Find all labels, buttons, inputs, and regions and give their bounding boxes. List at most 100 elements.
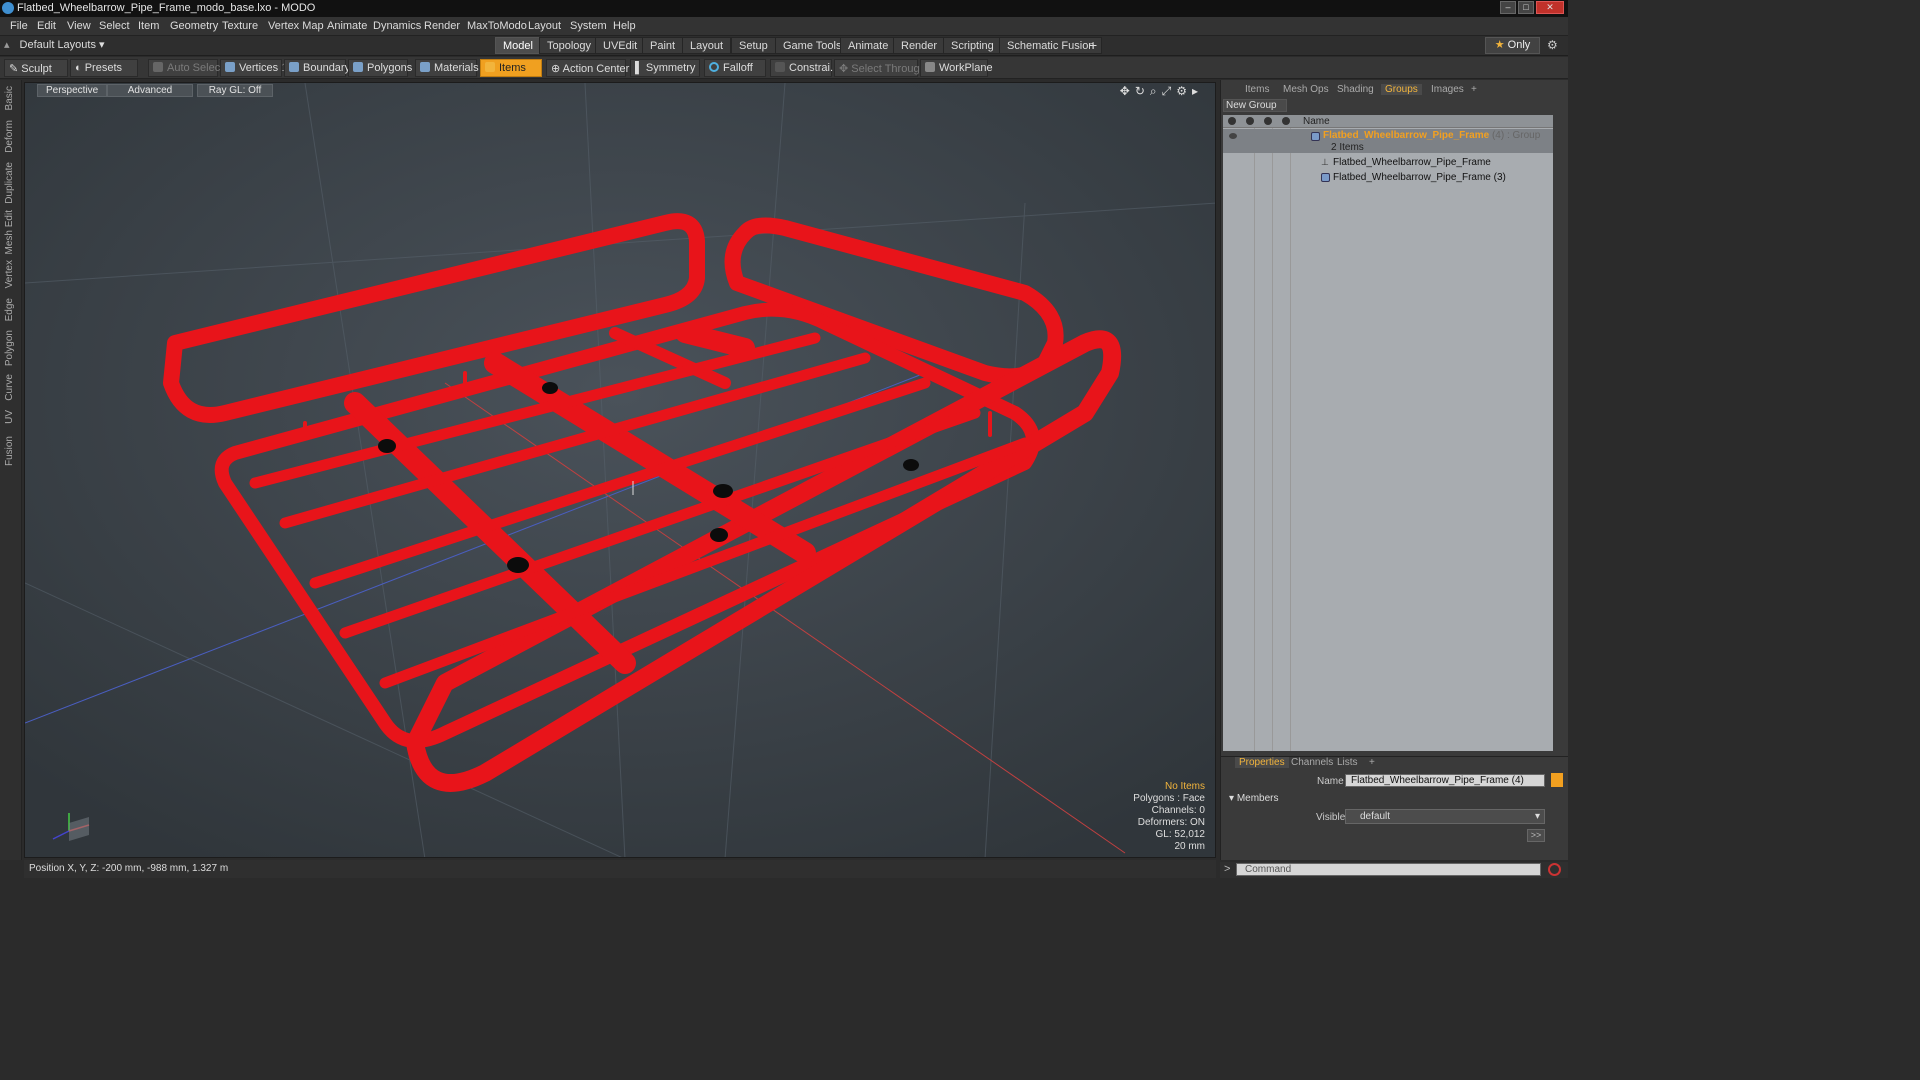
symmetry-button[interactable]: ▌ Symmetry (630, 59, 700, 77)
tab-uvedit[interactable]: UVEdit (595, 37, 646, 54)
star-icon: ★ (1494, 39, 1505, 51)
menu-item[interactable]: Item (138, 20, 159, 32)
vtab-polygon[interactable]: Polygon (4, 330, 15, 366)
new-group-button[interactable]: New Group (1223, 99, 1287, 112)
items-icon (485, 62, 495, 72)
close-button[interactable]: ✕ (1536, 1, 1564, 14)
group-color-swatch[interactable] (1551, 773, 1563, 787)
add-tab-button[interactable]: + (1089, 37, 1097, 53)
menu-animate[interactable]: Animate (327, 20, 367, 32)
tab-setup[interactable]: Setup (731, 37, 776, 54)
tab-mesh-ops[interactable]: Mesh Ops (1283, 84, 1329, 95)
scale-info: 20 mm (1174, 841, 1205, 852)
sculpt-icon: ✎ (9, 63, 22, 75)
tab-items[interactable]: Items (1245, 84, 1269, 95)
mode-toolbar: ✎ Sculpt ◐ Presets Auto Select Vertices … (0, 57, 1568, 79)
vtab-mesh-edit[interactable]: Mesh Edit (4, 210, 15, 254)
menu-help[interactable]: Help (613, 20, 636, 32)
chevron-down-icon: ▾ (1534, 811, 1540, 822)
more-button[interactable]: >> (1527, 829, 1545, 842)
vtab-vertex[interactable]: Vertex (4, 260, 15, 288)
maximize-button[interactable]: □ (1518, 1, 1534, 14)
default-layouts-dropdown[interactable]: ▴ Default Layouts ▾ (4, 38, 105, 51)
constraints-button[interactable]: Constrai... (770, 59, 839, 77)
vtab-fusion[interactable]: Fusion (4, 436, 15, 466)
menu-geometry[interactable]: Geometry (170, 20, 218, 32)
eye-icon[interactable] (1229, 133, 1237, 139)
add-panel-tab-button[interactable]: + (1471, 84, 1477, 95)
name-field[interactable]: Flatbed_Wheelbarrow_Pipe_Frame (4) (1345, 774, 1545, 787)
select-through-button[interactable]: ✥ Select Through (834, 59, 926, 77)
auto-select-button[interactable]: Auto Select (148, 59, 223, 77)
no-items-label: No Items (1164, 781, 1205, 792)
render-column-icon (1246, 117, 1254, 125)
vertices-button[interactable]: Vertices 1 (220, 59, 287, 77)
tab-properties[interactable]: Properties (1235, 757, 1289, 768)
tab-shading[interactable]: Shading (1337, 84, 1374, 95)
polygons-label: Polygons (367, 62, 413, 74)
vtab-curve[interactable]: Curve (4, 374, 15, 401)
menu-vertex-map[interactable]: Vertex Map (268, 20, 324, 32)
only-button[interactable]: ★ Only (1485, 37, 1540, 54)
viewport-scene (25, 83, 1215, 857)
falloff-button[interactable]: Falloff (704, 59, 766, 77)
action-center-button[interactable]: ⊕ Action Center (546, 59, 629, 77)
tab-animate[interactable]: Animate (840, 37, 897, 54)
menu-dynamics[interactable]: Dynamics (373, 20, 421, 32)
materials-icon (420, 62, 430, 72)
only-label: Only (1507, 39, 1531, 51)
materials-button[interactable]: Materials (415, 59, 479, 77)
tab-schematic-fusion[interactable]: Schematic Fusion (999, 37, 1103, 54)
action-center-icon: ⊕ (551, 63, 563, 75)
vtab-basic[interactable]: Basic (4, 86, 15, 110)
gear-icon[interactable]: ⚙ (1547, 38, 1558, 52)
constraints-label: Constrai... (789, 62, 840, 74)
visible-select[interactable]: default ▾ (1345, 809, 1545, 824)
tab-lists[interactable]: Lists (1337, 757, 1358, 768)
vtab-edge[interactable]: Edge (4, 298, 15, 321)
menu-view[interactable]: View (67, 20, 91, 32)
3d-viewport[interactable]: Perspective Advanced Ray GL: Off ✥↻⌕⤢⚙▸ … (24, 82, 1216, 858)
perspective-button[interactable]: Perspective (37, 84, 107, 97)
menu-render[interactable]: Render (424, 20, 460, 32)
vtab-duplicate[interactable]: Duplicate (4, 162, 15, 204)
menu-texture[interactable]: Texture (222, 20, 258, 32)
add-properties-tab-button[interactable]: + (1369, 757, 1375, 768)
raygl-button[interactable]: Ray GL: Off (197, 84, 273, 97)
members-section[interactable]: ▾ Members (1229, 793, 1279, 804)
tab-images[interactable]: Images (1431, 84, 1464, 95)
menu-system[interactable]: System (570, 20, 607, 32)
menu-layout[interactable]: Layout (528, 20, 561, 32)
workplane-button[interactable]: WorkPlane (920, 59, 993, 77)
tab-paint[interactable]: Paint (642, 37, 684, 54)
tab-topology[interactable]: Topology (539, 37, 600, 54)
boundary-button[interactable]: Boundary (284, 59, 350, 77)
vtab-deform[interactable]: Deform (4, 120, 15, 153)
shading-button[interactable]: Advanced (107, 84, 193, 97)
mesh-icon (1321, 173, 1330, 182)
tab-layout[interactable]: Layout (682, 37, 732, 54)
tab-scripting[interactable]: Scripting (943, 37, 1002, 54)
menu-edit[interactable]: Edit (37, 20, 56, 32)
command-input[interactable]: Command (1236, 863, 1541, 876)
tab-model[interactable]: Model (495, 37, 541, 54)
tab-render[interactable]: Render (893, 37, 946, 54)
menu-file[interactable]: File (10, 20, 28, 32)
tree-row[interactable]: Flatbed_Wheelbarrow_Pipe_Frame (3) (1223, 171, 1553, 185)
sculpt-button[interactable]: ✎ Sculpt (4, 59, 68, 77)
tab-groups[interactable]: Groups (1381, 84, 1422, 95)
tab-game-tools[interactable]: Game Tools (775, 37, 850, 54)
group-row[interactable]: Flatbed_Wheelbarrow_Pipe_Frame (4) : Gro… (1223, 129, 1553, 153)
menu-select[interactable]: Select (99, 20, 130, 32)
items-button[interactable]: Items (480, 59, 542, 77)
tab-channels[interactable]: Channels (1291, 757, 1333, 768)
stop-icon[interactable] (1548, 863, 1561, 876)
viewport-nav-icons[interactable]: ✥↻⌕⤢⚙▸ (1120, 84, 1203, 99)
presets-button[interactable]: ◐ Presets (70, 59, 138, 77)
title-bar: Flatbed_Wheelbarrow_Pipe_Frame_modo_base… (0, 0, 1568, 17)
polygons-button[interactable]: Polygons (348, 59, 412, 77)
vtab-uv[interactable]: UV (4, 410, 15, 424)
tree-row[interactable]: ⊥ Flatbed_Wheelbarrow_Pipe_Frame (1223, 156, 1553, 170)
minimize-button[interactable]: – (1500, 1, 1516, 14)
menu-maxtomodo[interactable]: MaxToModo (467, 20, 527, 32)
